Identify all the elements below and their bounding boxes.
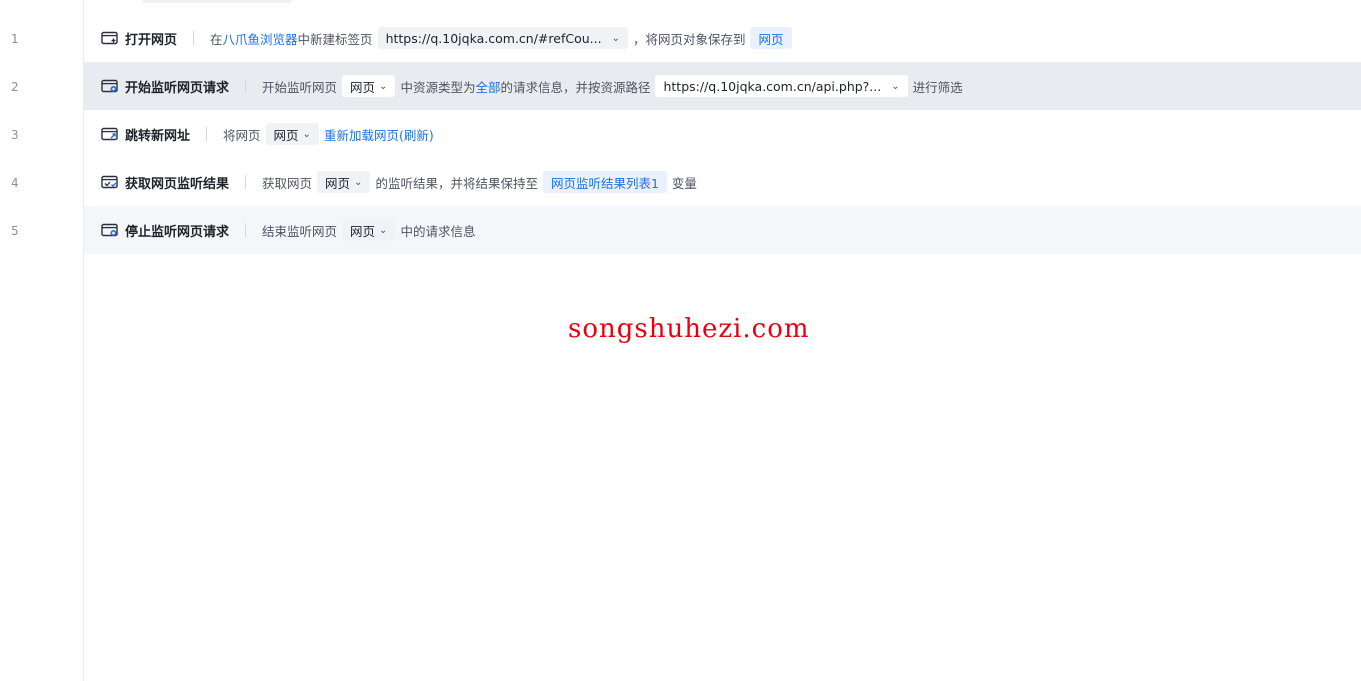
url-value: https://q.10jqka.com.cn/#refCou...	[385, 30, 602, 46]
step-title: 开始监听网页请求	[125, 80, 230, 96]
divider	[193, 31, 195, 45]
line-number: 2	[11, 80, 19, 94]
workflow-editor: 打开网页 在 八爪鱼浏览器 中新建标签页 https://q.10jqka.co…	[84, 14, 1361, 254]
chevron-down-icon: ⌄	[302, 128, 311, 140]
page-select[interactable]: 网页 ⌄	[342, 219, 396, 241]
step-text: 中的请求信息	[400, 223, 476, 239]
url-select[interactable]: https://q.10jqka.com.cn/api.php?... ⌄	[655, 75, 908, 97]
step-title: 打开网页	[125, 32, 178, 48]
top-tab-indicator	[143, 0, 291, 3]
chevron-down-icon: ⌄	[891, 80, 900, 92]
divider	[206, 127, 208, 141]
divider	[245, 79, 247, 93]
step-text: ，将网页对象保存到	[632, 31, 746, 47]
browser-check-icon	[100, 173, 118, 191]
step-text: 开始监听网页	[262, 79, 338, 95]
page-select-value: 网页	[273, 127, 299, 143]
step-row-get-result[interactable]: 获取网页监听结果 获取网页 网页 ⌄ 的监听结果，并将结果保持至 网页监听结果列…	[84, 158, 1361, 206]
step-text: 中资源类型为	[400, 79, 476, 95]
url-select[interactable]: https://q.10jqka.com.cn/#refCou... ⌄	[377, 27, 628, 49]
line-number-gutter: 1 2 3 4 5	[0, 0, 84, 681]
browser-stop-icon	[100, 221, 118, 239]
chevron-down-icon: ⌄	[379, 224, 388, 236]
step-title: 获取网页监听结果	[125, 176, 230, 192]
line-number: 3	[11, 128, 19, 142]
variable-chip[interactable]: 网页	[750, 27, 792, 49]
watermark: songshuhezi.com	[568, 314, 810, 344]
browser-plus-icon	[100, 29, 118, 47]
divider	[245, 223, 247, 237]
page-select-value: 网页	[350, 223, 376, 239]
step-text: 结束监听网页	[262, 223, 338, 239]
browser-link[interactable]: 八爪鱼浏览器	[223, 29, 298, 48]
resource-type-link[interactable]: 全部	[475, 77, 500, 96]
browser-arrow-icon	[100, 125, 118, 143]
page-select[interactable]: 网页 ⌄	[342, 75, 396, 97]
step-row-navigate[interactable]: 跳转新网址 将网页 网页 ⌄ 重新加载网页(刷新)	[84, 110, 1361, 158]
chevron-down-icon: ⌄	[611, 32, 620, 44]
step-text: 的监听结果，并将结果保持至	[375, 175, 538, 191]
step-text: 中新建标签页	[297, 31, 373, 47]
step-text: 的请求信息，并按资源路径	[500, 79, 651, 95]
url-value: https://q.10jqka.com.cn/api.php?...	[663, 78, 882, 94]
line-number: 1	[11, 32, 19, 46]
line-number: 5	[11, 224, 19, 238]
step-text: 进行筛选	[912, 79, 963, 95]
step-row-stop-listen[interactable]: 停止监听网页请求 结束监听网页 网页 ⌄ 中的请求信息	[84, 206, 1361, 254]
step-title: 停止监听网页请求	[125, 224, 230, 240]
step-row-start-listen[interactable]: 开始监听网页请求 开始监听网页 网页 ⌄ 中资源类型为 全部 的请求信息，并按资…	[84, 62, 1361, 110]
page-select[interactable]: 网页 ⌄	[265, 123, 319, 145]
page-select-value: 网页	[350, 79, 376, 95]
browser-record-icon	[100, 77, 118, 95]
step-text: 在	[210, 31, 223, 47]
step-text: 将网页	[223, 127, 261, 143]
page-select[interactable]: 网页 ⌄	[317, 171, 371, 193]
reload-action-link[interactable]: 重新加载网页(刷新)	[324, 125, 434, 144]
chevron-down-icon: ⌄	[354, 176, 363, 188]
step-text: 变量	[671, 175, 697, 191]
variable-chip[interactable]: 网页监听结果列表1	[542, 171, 667, 193]
line-number: 4	[11, 176, 19, 190]
page-select-value: 网页	[325, 175, 351, 191]
step-row-open-page[interactable]: 打开网页 在 八爪鱼浏览器 中新建标签页 https://q.10jqka.co…	[84, 14, 1361, 62]
divider	[245, 175, 247, 189]
step-text: 获取网页	[262, 175, 313, 191]
chevron-down-icon: ⌄	[379, 80, 388, 92]
step-title: 跳转新网址	[125, 128, 191, 144]
